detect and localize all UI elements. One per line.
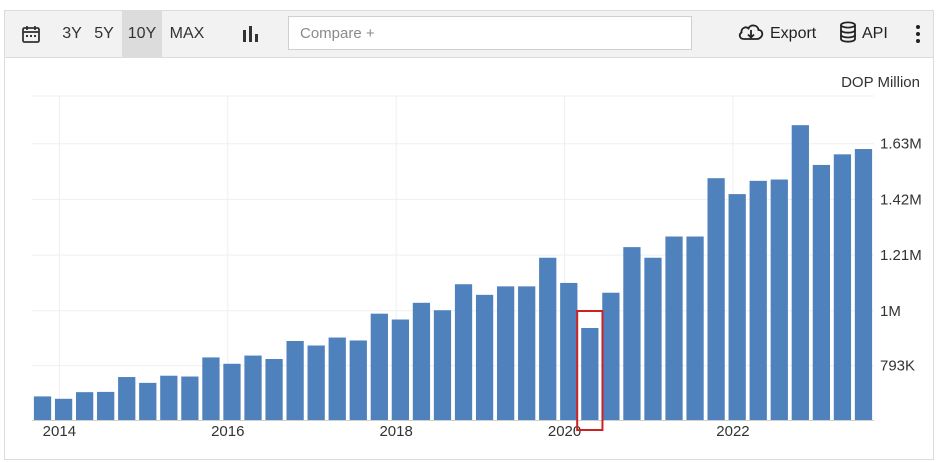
bar[interactable] xyxy=(560,282,578,420)
bar[interactable] xyxy=(707,178,725,420)
bar[interactable] xyxy=(370,313,388,420)
bar[interactable] xyxy=(581,327,599,420)
bar[interactable] xyxy=(139,382,157,420)
bar[interactable] xyxy=(475,294,494,420)
y-tick-label: 1.21M xyxy=(880,247,922,264)
bar[interactable] xyxy=(623,247,641,420)
bar[interactable] xyxy=(391,319,410,420)
bar[interactable] xyxy=(33,396,52,420)
bar[interactable] xyxy=(54,398,73,420)
bar[interactable] xyxy=(518,286,536,420)
bars xyxy=(33,125,873,420)
bar[interactable] xyxy=(496,286,515,420)
bar[interactable] xyxy=(433,310,452,420)
bar[interactable] xyxy=(728,194,746,420)
bar[interactable] xyxy=(454,284,473,420)
bar[interactable] xyxy=(202,357,220,420)
bar[interactable] xyxy=(644,257,662,420)
bar[interactable] xyxy=(328,337,346,420)
bar[interactable] xyxy=(307,345,325,420)
x-tick-label: 2022 xyxy=(716,423,749,440)
unit-label: DOP Million xyxy=(841,74,920,91)
bar[interactable] xyxy=(223,363,241,420)
y-tick-label: 1.42M xyxy=(880,191,922,208)
bar-chart: 793K1M1.21M1.42M1.63M2014 2016 2018 2020 202… xyxy=(32,74,922,440)
bar[interactable] xyxy=(265,359,283,420)
bar[interactable] xyxy=(854,149,873,420)
bar[interactable] xyxy=(749,180,767,420)
x-tick-label: 2016 xyxy=(211,423,244,440)
bar[interactable] xyxy=(665,236,683,420)
bar[interactable] xyxy=(770,179,788,420)
x-tick-label: 2018 xyxy=(379,423,412,440)
bar[interactable] xyxy=(286,340,304,420)
bar[interactable] xyxy=(539,257,557,420)
bar[interactable] xyxy=(412,302,431,420)
bar[interactable] xyxy=(791,125,809,420)
bar[interactable] xyxy=(244,355,262,420)
y-tick-label: 1M xyxy=(880,303,901,320)
bar[interactable] xyxy=(181,376,199,420)
bar[interactable] xyxy=(97,391,115,420)
bar[interactable] xyxy=(833,154,852,420)
bar[interactable] xyxy=(602,292,620,420)
bar[interactable] xyxy=(686,236,704,420)
y-tick-label: 793K xyxy=(880,358,915,375)
grid xyxy=(32,95,874,421)
bar[interactable] xyxy=(812,164,831,420)
bar[interactable] xyxy=(349,340,367,420)
x-tick-label: 2014 xyxy=(43,423,76,440)
bar[interactable] xyxy=(75,392,94,420)
bar[interactable] xyxy=(118,377,136,420)
y-tick-label: 1.63M xyxy=(880,136,922,153)
bar[interactable] xyxy=(160,375,178,420)
